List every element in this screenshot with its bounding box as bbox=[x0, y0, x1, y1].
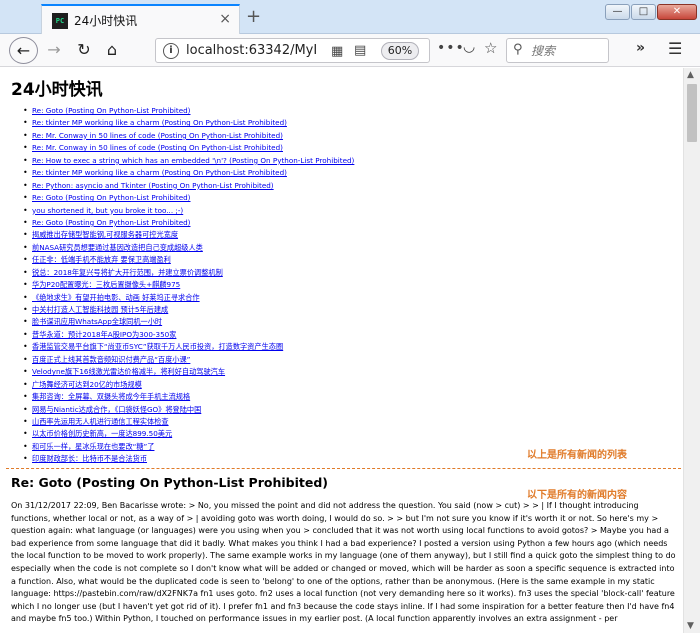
news-list-note: 以上是所有新闻的列表 bbox=[527, 450, 627, 461]
minimize-button[interactable]: — bbox=[605, 4, 630, 20]
news-link[interactable]: 广场舞经济可达到20亿的市场规模 bbox=[32, 380, 142, 389]
list-item: 网易与Niantic达成合作，《口袋妖怪GO》将登陆中国 bbox=[20, 404, 660, 416]
list-item: 普华永道：预计2018年A股IPO为300-350家 bbox=[20, 329, 660, 341]
qr-code-icon[interactable]: ▦ bbox=[331, 44, 343, 59]
new-tab-button[interactable]: + bbox=[246, 6, 261, 27]
list-item: 任正非：低端手机不能放弃 要保卫高端盈利 bbox=[20, 254, 660, 266]
news-link[interactable]: Re: Mr. Conway in 50 lines of code (Post… bbox=[32, 143, 283, 152]
list-item: 脸书谋讯应用WhatsApp全球同机一小时 bbox=[20, 316, 660, 328]
url-text[interactable]: localhost:63342/MyI bbox=[186, 43, 317, 58]
list-item: Re: Mr. Conway in 50 lines of code (Post… bbox=[20, 142, 660, 154]
scroll-thumb[interactable] bbox=[687, 84, 697, 142]
tab-active[interactable]: PC 24小时快讯 × bbox=[41, 4, 240, 34]
news-link[interactable]: 百度正式上线其首款音频知识付费产品“百度小课” bbox=[32, 355, 190, 364]
search-bar[interactable]: ⚲ bbox=[506, 38, 609, 63]
list-item: Velodyne旗下16线激光雷达价格减半，将利好自动驾驶汽车 bbox=[20, 366, 660, 378]
news-link[interactable]: 揭威推出存储型智能钢,可视服务器可控光宽度 bbox=[32, 230, 178, 239]
news-link[interactable]: 脸书谋讯应用WhatsApp全球同机一小时 bbox=[32, 317, 162, 326]
navigation-toolbar: ← → ↻ ⌂ i localhost:63342/MyI ▦ ▤ 60% ••… bbox=[0, 34, 700, 67]
forward-button[interactable]: → bbox=[43, 37, 65, 64]
list-item: Re: Goto (Posting On Python-List Prohibi… bbox=[20, 217, 660, 229]
list-item: 以太币价格创历史新高，一度达899.50美元 bbox=[20, 428, 660, 440]
home-button[interactable]: ⌂ bbox=[101, 37, 123, 64]
info-icon[interactable]: i bbox=[163, 43, 179, 59]
news-link[interactable]: 集邦咨询：全屏幕、双摄头将成今年手机主流规格 bbox=[32, 392, 190, 401]
pycharm-favicon-icon: PC bbox=[52, 13, 68, 29]
list-item: 山西率先运用无人机进行通信工程实体检查 bbox=[20, 416, 660, 428]
news-content-note: 以下是所有的新闻内容 bbox=[527, 490, 627, 501]
search-icon: ⚲ bbox=[513, 42, 523, 57]
overflow-icon[interactable]: » bbox=[636, 40, 645, 56]
list-item: 揭威推出存储型智能钢,可视服务器可控光宽度 bbox=[20, 229, 660, 241]
scroll-down-arrow-icon[interactable]: ▼ bbox=[687, 621, 694, 631]
list-item: Re: Goto (Posting On Python-List Prohibi… bbox=[20, 105, 660, 117]
news-link[interactable]: Re: Goto (Posting On Python-List Prohibi… bbox=[32, 193, 190, 202]
news-link[interactable]: Re: Goto (Posting On Python-List Prohibi… bbox=[32, 218, 190, 227]
news-link[interactable]: Re: How to exec a string which has an em… bbox=[32, 156, 354, 165]
list-item: Re: tkinter MP working like a charm (Pos… bbox=[20, 167, 660, 179]
news-link[interactable]: 普华永道：预计2018年A股IPO为300-350家 bbox=[32, 330, 176, 339]
bookmark-star-icon[interactable]: ☆ bbox=[484, 39, 497, 57]
news-link[interactable]: 锐总：2018年复兴号将扩大开行范围，并建立票价调整机制 bbox=[32, 268, 223, 277]
section-divider bbox=[6, 468, 681, 469]
tab-strip: PC 24小时快讯 × + — □ ✕ bbox=[0, 0, 700, 34]
article-title: Re: Goto (Posting On Python-List Prohibi… bbox=[11, 475, 329, 490]
url-bar[interactable]: i localhost:63342/MyI ▦ ▤ 60% bbox=[155, 38, 430, 63]
news-link[interactable]: you shortened it, but you broke it too..… bbox=[32, 206, 183, 215]
list-item: Re: Goto (Posting On Python-List Prohibi… bbox=[20, 192, 660, 204]
list-item: 中关村打造人工智能科技园 预计5年后建成 bbox=[20, 304, 660, 316]
list-item: 《绝地求生》有望开拍电影、动画 好莱坞正寻求合作 bbox=[20, 292, 660, 304]
list-item: 锐总：2018年复兴号将扩大开行范围，并建立票价调整机制 bbox=[20, 267, 660, 279]
list-item: 前NASA研究员想要通过基因改造把自己变成超级人类 bbox=[20, 242, 660, 254]
list-item: Re: Mr. Conway in 50 lines of code (Post… bbox=[20, 130, 660, 142]
list-item: you shortened it, but you broke it too..… bbox=[20, 205, 660, 217]
news-link[interactable]: 香港监管交易平台旗下“尚亚币SYC”获取千万人民币投资，打造数字资产生态圈 bbox=[32, 342, 283, 351]
tab-close-icon[interactable]: × bbox=[219, 11, 231, 27]
list-item: Re: tkinter MP working like a charm (Pos… bbox=[20, 117, 660, 129]
news-link[interactable]: Re: Python: asyncio and Tkinter (Posting… bbox=[32, 181, 274, 190]
search-input[interactable] bbox=[531, 42, 606, 59]
hamburger-menu-icon[interactable]: ☰ bbox=[668, 39, 682, 58]
maximize-button[interactable]: □ bbox=[631, 4, 656, 20]
list-item: 百度正式上线其首款音频知识付费产品“百度小课” bbox=[20, 354, 660, 366]
news-link[interactable]: 任正非：低端手机不能放弃 要保卫高端盈利 bbox=[32, 255, 171, 264]
news-list: Re: Goto (Posting On Python-List Prohibi… bbox=[20, 105, 660, 466]
back-button[interactable]: ← bbox=[9, 37, 38, 64]
news-link[interactable]: 印度财政部长：比特币不是合法货币 bbox=[32, 454, 147, 463]
news-link[interactable]: 山西率先运用无人机进行通信工程实体检查 bbox=[32, 417, 169, 426]
list-item: 香港监管交易平台旗下“尚亚币SYC”获取千万人民币投资，打造数字资产生态圈 bbox=[20, 341, 660, 353]
more-actions-icon[interactable]: ••• bbox=[437, 40, 465, 56]
news-link[interactable]: 前NASA研究员想要通过基因改造把自己变成超级人类 bbox=[32, 243, 203, 252]
pocket-icon[interactable]: ◡ bbox=[463, 39, 475, 55]
close-window-button[interactable]: ✕ bbox=[657, 4, 697, 20]
news-link[interactable]: 以太币价格创历史新高，一度达899.50美元 bbox=[32, 429, 172, 438]
news-link[interactable]: Re: Goto (Posting On Python-List Prohibi… bbox=[32, 106, 190, 115]
page-title: 24小时快讯 bbox=[11, 80, 103, 100]
zoom-level-badge[interactable]: 60% bbox=[381, 42, 419, 60]
vertical-scrollbar[interactable]: ▲ ▼ bbox=[683, 68, 700, 633]
news-link[interactable]: 网易与Niantic达成合作，《口袋妖怪GO》将登陆中国 bbox=[32, 405, 201, 414]
list-item: Re: How to exec a string which has an em… bbox=[20, 155, 660, 167]
news-link[interactable]: Velodyne旗下16线激光雷达价格减半，将利好自动驾驶汽车 bbox=[32, 367, 225, 376]
article-body: On 31/12/2017 22:09, Ben Bacarisse wrote… bbox=[11, 501, 676, 624]
scroll-up-arrow-icon[interactable]: ▲ bbox=[687, 70, 694, 80]
list-item: 集邦咨询：全屏幕、双摄头将成今年手机主流规格 bbox=[20, 391, 660, 403]
news-link[interactable]: Re: tkinter MP working like a charm (Pos… bbox=[32, 168, 287, 177]
news-link[interactable]: 华为P20配置曝光：三枚后置摄像头+麒麟975 bbox=[32, 280, 180, 289]
news-link[interactable]: Re: Mr. Conway in 50 lines of code (Post… bbox=[32, 131, 283, 140]
list-item: 华为P20配置曝光：三枚后置摄像头+麒麟975 bbox=[20, 279, 660, 291]
news-link[interactable]: 和可乐一样，星冰乐现在也要改“糖”了 bbox=[32, 442, 154, 451]
reload-button[interactable]: ↻ bbox=[73, 37, 95, 64]
tab-title: 24小时快讯 bbox=[74, 14, 138, 28]
news-link[interactable]: 中关村打造人工智能科技园 预计5年后建成 bbox=[32, 305, 168, 314]
reader-view-icon[interactable]: ▤ bbox=[354, 43, 366, 58]
list-item: 广场舞经济可达到20亿的市场规模 bbox=[20, 379, 660, 391]
page-viewport: 24小时快讯 Re: Goto (Posting On Python-List … bbox=[0, 68, 683, 633]
news-link[interactable]: 《绝地求生》有望开拍电影、动画 好莱坞正寻求合作 bbox=[32, 293, 200, 302]
news-link[interactable]: Re: tkinter MP working like a charm (Pos… bbox=[32, 118, 287, 127]
list-item: Re: Python: asyncio and Tkinter (Posting… bbox=[20, 180, 660, 192]
